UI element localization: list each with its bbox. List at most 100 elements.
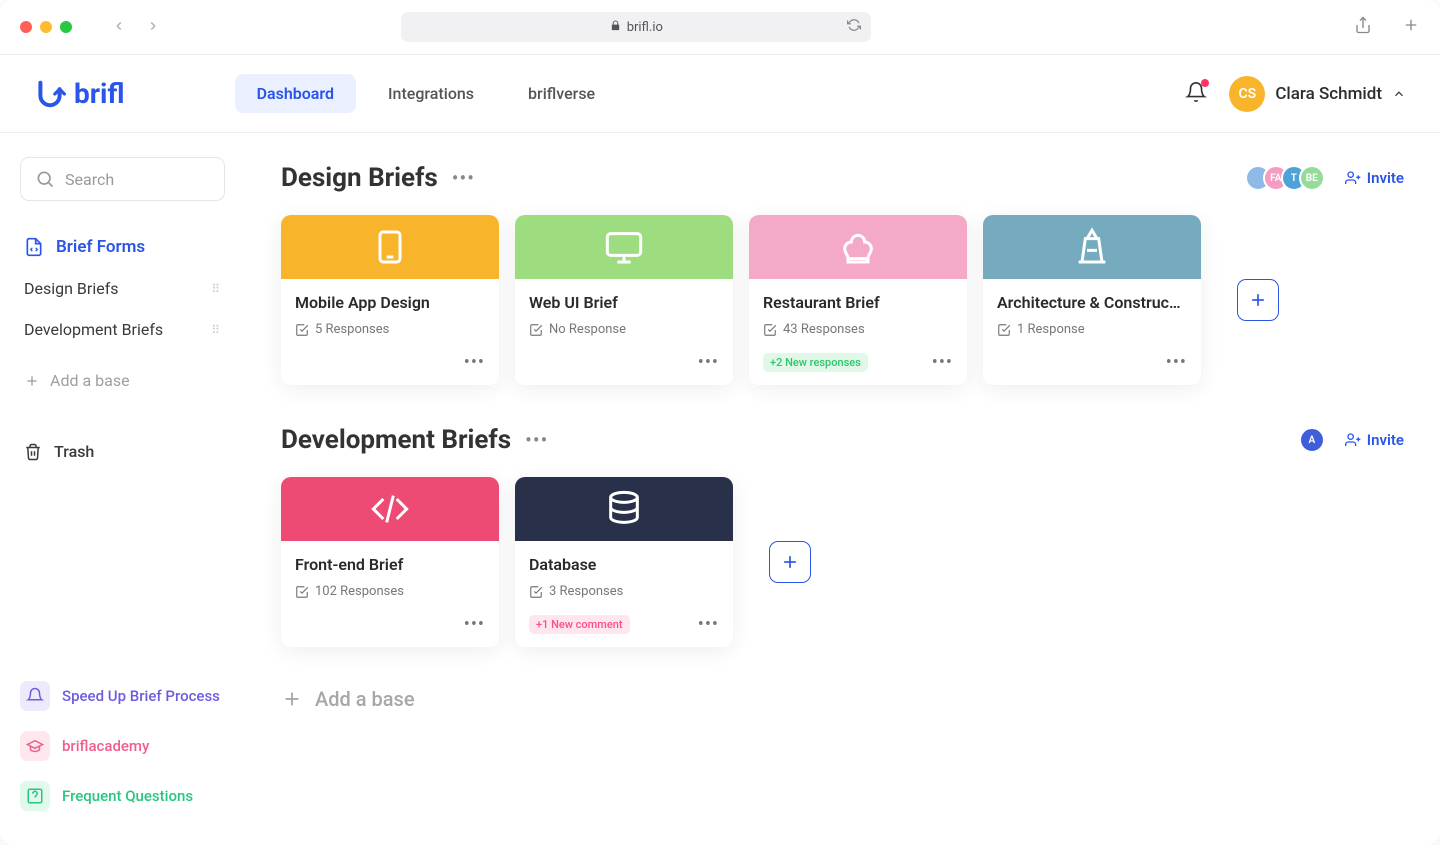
card-more-button[interactable]: •••	[698, 614, 719, 635]
forward-button[interactable]	[146, 18, 160, 37]
card-title: Database	[529, 555, 719, 574]
share-icon[interactable]	[1354, 16, 1372, 38]
bell-icon	[20, 681, 50, 711]
section: Design Briefs ••• FATBE Invite Mobile Ap…	[281, 163, 1404, 385]
search-input[interactable]: Search	[20, 157, 225, 201]
card-title: Web UI Brief	[529, 293, 719, 312]
invite-icon	[1345, 170, 1361, 186]
invite-button[interactable]: Invite	[1345, 431, 1404, 449]
card-header	[749, 215, 967, 279]
footer-speed-up[interactable]: Speed Up Brief Process	[20, 681, 225, 711]
brief-card[interactable]: Architecture & Construc… 1 Response •••	[983, 215, 1201, 385]
url-bar[interactable]: brifl.io	[401, 12, 871, 42]
responses-icon	[529, 585, 543, 599]
browser-titlebar: brifl.io	[0, 0, 1440, 55]
user-menu[interactable]: CS Clara Schmidt	[1229, 76, 1406, 112]
card-header	[281, 215, 499, 279]
reload-icon[interactable]	[847, 18, 861, 36]
invite-button[interactable]: Invite	[1345, 169, 1404, 187]
lock-icon	[610, 20, 621, 35]
brief-card[interactable]: Front-end Brief 102 Responses •••	[281, 477, 499, 647]
collaborator-avatar[interactable]: BE	[1299, 165, 1325, 191]
card-responses: 102 Responses	[295, 584, 485, 599]
add-base-button[interactable]: Add a base	[281, 687, 1404, 711]
user-name: Clara Schmidt	[1275, 84, 1382, 104]
sidebar-brief-forms[interactable]: Brief Forms	[20, 229, 225, 265]
search-placeholder: Search	[65, 170, 114, 189]
brief-card[interactable]: Web UI Brief No Response •••	[515, 215, 733, 385]
sidebar-item-design-briefs[interactable]: Design Briefs ⠿	[20, 271, 225, 306]
section-more-button[interactable]: •••	[525, 428, 548, 452]
new-badge: +1 New comment	[529, 615, 630, 634]
sidebar: Search Brief Forms Design Briefs ⠿ Devel…	[0, 133, 245, 845]
card-header	[281, 477, 499, 541]
new-tab-icon[interactable]	[1402, 16, 1420, 38]
brief-card[interactable]: Mobile App Design 5 Responses •••	[281, 215, 499, 385]
responses-icon	[763, 323, 777, 337]
card-header	[515, 477, 733, 541]
card-responses: 3 Responses	[529, 584, 719, 599]
card-row: Front-end Brief 102 Responses ••• D	[281, 477, 1404, 647]
logo[interactable]: brifl	[34, 77, 125, 110]
tower-icon	[1072, 227, 1112, 267]
tab-dashboard[interactable]: Dashboard	[235, 74, 356, 113]
notification-badge	[1201, 79, 1209, 87]
section-title: Design Briefs	[281, 163, 438, 193]
footer-faq[interactable]: Frequent Questions	[20, 781, 225, 811]
card-more-button[interactable]: •••	[932, 352, 953, 373]
drag-handle-icon[interactable]: ⠿	[211, 323, 221, 337]
section-more-button[interactable]: •••	[452, 166, 475, 190]
sidebar-trash[interactable]: Trash	[20, 434, 225, 469]
footer-academy[interactable]: briflacademy	[20, 731, 225, 761]
minimize-window-button[interactable]	[40, 21, 52, 33]
sidebar-add-base[interactable]: Add a base	[20, 363, 225, 398]
graduation-icon	[20, 731, 50, 761]
card-header	[515, 215, 733, 279]
trash-icon	[24, 443, 42, 461]
card-more-button[interactable]: •••	[1166, 352, 1187, 373]
brief-card[interactable]: Database 3 Responses +1 New comment •••	[515, 477, 733, 647]
app-header: brifl Dashboard Integrations briflverse …	[0, 55, 1440, 133]
add-card-button[interactable]	[1237, 279, 1279, 321]
maximize-window-button[interactable]	[60, 21, 72, 33]
tab-briflverse[interactable]: briflverse	[506, 74, 617, 113]
section-title: Development Briefs	[281, 425, 511, 455]
collaborator-avatar[interactable]: A	[1299, 427, 1325, 453]
card-responses: 5 Responses	[295, 322, 485, 337]
back-button[interactable]	[112, 18, 126, 37]
invite-icon	[1345, 432, 1361, 448]
plus-icon	[1248, 290, 1268, 310]
add-card-button[interactable]	[769, 541, 811, 583]
card-responses: 1 Response	[997, 322, 1187, 337]
top-tabs: Dashboard Integrations briflverse	[235, 74, 618, 113]
sidebar-item-development-briefs[interactable]: Development Briefs ⠿	[20, 312, 225, 347]
monitor-icon	[604, 227, 644, 267]
card-title: Restaurant Brief	[763, 293, 953, 312]
responses-icon	[295, 585, 309, 599]
plus-icon	[281, 688, 303, 710]
card-title: Front-end Brief	[295, 555, 485, 574]
card-title: Mobile App Design	[295, 293, 485, 312]
logo-text: brifl	[74, 77, 125, 110]
card-more-button[interactable]: •••	[464, 352, 485, 373]
new-badge: +2 New responses	[763, 353, 868, 372]
section: Development Briefs ••• A Invite Front-en…	[281, 425, 1404, 647]
chevron-up-icon	[1392, 87, 1406, 101]
plus-icon	[24, 373, 40, 389]
main-content: Design Briefs ••• FATBE Invite Mobile Ap…	[245, 133, 1440, 845]
tab-integrations[interactable]: Integrations	[366, 74, 496, 113]
card-row: Mobile App Design 5 Responses ••• W	[281, 215, 1404, 385]
brief-card[interactable]: Restaurant Brief 43 Responses +2 New res…	[749, 215, 967, 385]
card-more-button[interactable]: •••	[464, 614, 485, 635]
close-window-button[interactable]	[20, 21, 32, 33]
card-more-button[interactable]: •••	[698, 352, 719, 373]
notifications-button[interactable]	[1185, 81, 1207, 107]
plus-icon	[780, 552, 800, 572]
drag-handle-icon[interactable]: ⠿	[211, 282, 221, 296]
chef-icon	[838, 227, 878, 267]
form-icon	[24, 237, 44, 257]
section-header: Design Briefs ••• FATBE Invite	[281, 163, 1404, 193]
url-text: brifl.io	[627, 20, 663, 35]
question-icon	[20, 781, 50, 811]
search-icon	[35, 169, 55, 189]
